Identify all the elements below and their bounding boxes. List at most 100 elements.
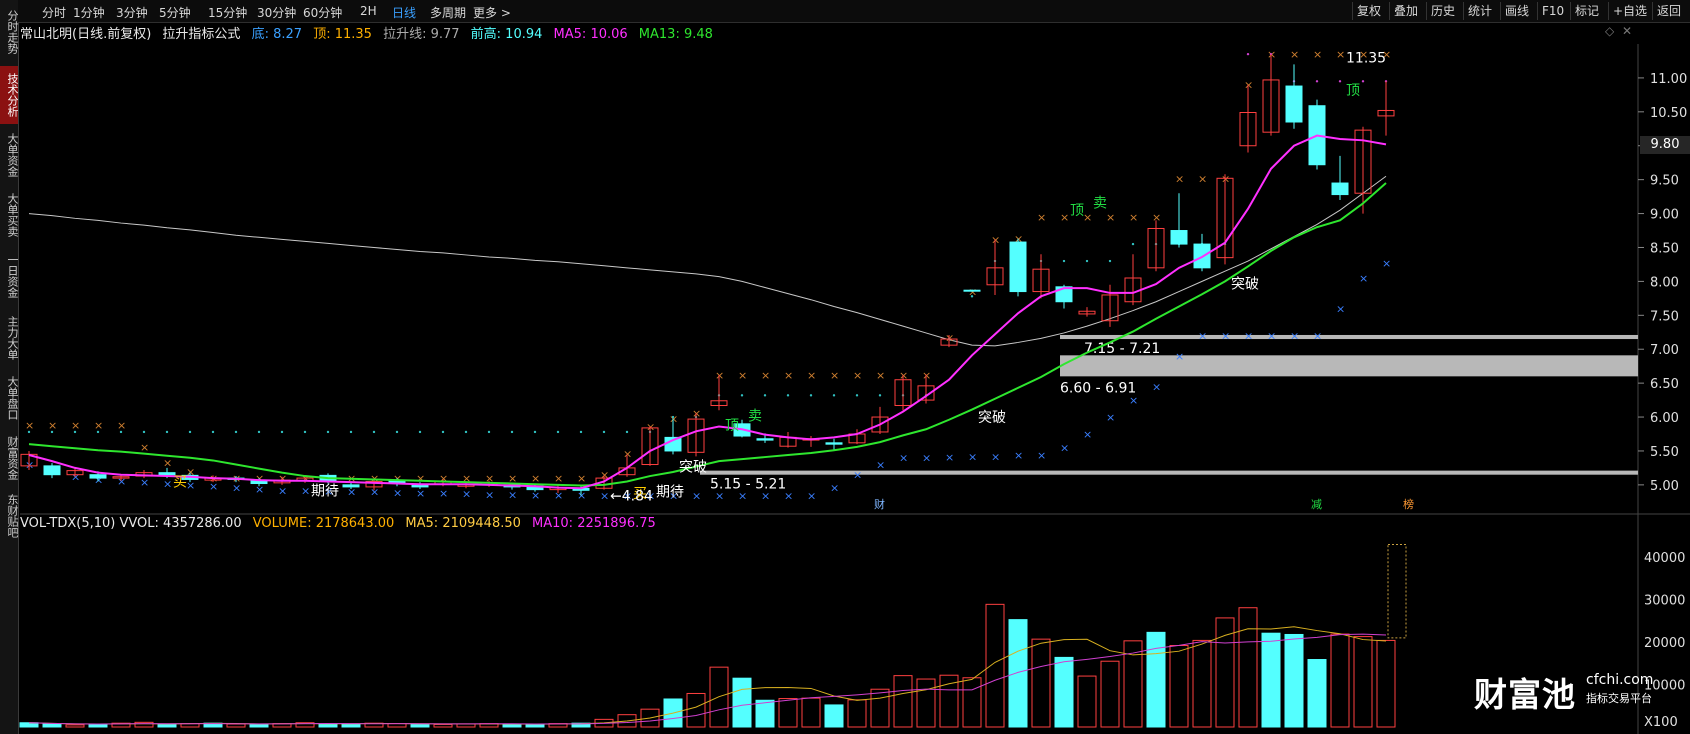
signal-dot (671, 415, 675, 419)
signal-marker-label: 突破 (1231, 276, 1259, 292)
top-cross-marker: × (807, 369, 816, 382)
bottom-cross-marker: × (922, 452, 931, 465)
bottom-cross-marker: × (1106, 411, 1115, 424)
signal-dot (832, 394, 836, 397)
vol-ma10-line (28, 633, 1387, 725)
signal-dot (326, 430, 330, 434)
price-zone-band (1060, 334, 1638, 340)
volume-bar (1169, 645, 1189, 728)
bottom-cross-marker: × (968, 450, 977, 463)
price-tick-label: 10.50 (1650, 106, 1687, 121)
volume-bar (249, 723, 269, 728)
chart-settings-icon[interactable]: ◇ (1605, 24, 1614, 38)
signal-dot (602, 430, 606, 434)
bottom-cross-marker: × (761, 490, 770, 503)
bottom-cross-marker: × (439, 487, 448, 500)
signal-dot (625, 430, 629, 434)
bottom-cross-marker: × (1060, 442, 1069, 455)
bottom-cross-marker: × (485, 488, 494, 501)
volume-bar (755, 699, 775, 728)
signal-marker-label: 顶 (725, 418, 739, 434)
volume-bar (88, 723, 108, 728)
event-label: 减 (1311, 498, 1322, 511)
top-cross-marker: × (715, 369, 724, 382)
bottom-cross-marker: × (577, 489, 586, 502)
bottom-cross-marker: × (554, 489, 563, 502)
signal-dot (786, 394, 790, 397)
bottom-cross-marker: × (853, 469, 862, 482)
ma5-line (28, 134, 1387, 490)
bottom-cross-marker: × (991, 450, 1000, 463)
bottom-cross-marker: × (508, 488, 517, 501)
volume-bar (1215, 617, 1235, 728)
bottom-cross-marker: × (278, 484, 287, 497)
top-cross-marker: × (623, 448, 632, 461)
bottom-cross-marker: × (462, 488, 471, 501)
signal-dot (73, 430, 77, 434)
volume-info-line: VOL-TDX(5,10) VVOL: 4357286.00 VOLUME: 2… (20, 516, 663, 534)
volume-projection-box (1387, 543, 1407, 639)
signal-marker-label: 突破 (978, 410, 1006, 426)
candle-body (963, 289, 981, 292)
volume-bar (1192, 639, 1212, 728)
bottom-cross-marker: × (1198, 330, 1207, 343)
signal-dot (1315, 80, 1319, 83)
bottom-cross-marker: × (531, 489, 540, 502)
bottom-cross-marker: × (393, 486, 402, 499)
volume-bar (456, 723, 476, 728)
signal-marker-label: 卖 (748, 409, 762, 425)
current-price-tag: 9.80 (1640, 136, 1690, 154)
volume-bar (686, 692, 706, 728)
stock-name: 常山北明(日线.前复权) (20, 27, 152, 42)
volume-bar (157, 723, 177, 728)
top-cross-marker: × (1221, 172, 1230, 185)
signal-dot (556, 430, 560, 434)
bottom-cross-marker: × (600, 490, 609, 503)
signal-dot (27, 430, 31, 434)
candle-body (825, 442, 843, 445)
bottom-cross-marker: × (945, 451, 954, 464)
signal-dot (510, 430, 514, 434)
signal-marker-label: 期待 (311, 483, 339, 499)
bottom-cross-marker: × (186, 479, 195, 492)
top-cross-marker: × (48, 419, 57, 432)
top-cross-marker: × (1290, 48, 1299, 61)
price-tick-label: 7.50 (1650, 309, 1679, 324)
signal-dot (1108, 259, 1112, 263)
signal-dot (96, 430, 100, 434)
volume-bar (134, 721, 154, 728)
kline-chart[interactable]: 11.0010.5010.009.509.008.508.007.507.006… (0, 0, 1690, 734)
volume-bar (1353, 636, 1373, 728)
price-tick-label: 6.50 (1650, 377, 1679, 392)
signal-dot (763, 394, 767, 397)
vol-volume-value: VOLUME: 2178643.00 (252, 516, 395, 531)
vol-unit-label: X100 (1644, 715, 1678, 730)
vol-tick-label: 20000 (1644, 636, 1685, 651)
bottom-cross-marker: × (163, 478, 172, 491)
signal-dot (970, 295, 974, 298)
price-tick-label: 11.00 (1650, 72, 1687, 87)
prev-high-value: 前高: 10.94 (470, 27, 543, 42)
bottom-cross-marker: × (301, 484, 310, 497)
volume-bar (1238, 607, 1258, 728)
bottom-value: 底: 8.27 (251, 27, 303, 42)
bottom-cross-marker: × (830, 482, 839, 495)
top-cross-marker: × (853, 369, 862, 382)
bottom-cross-marker: × (25, 459, 34, 472)
chart-close-icon[interactable]: ✕ (1622, 24, 1632, 38)
bottom-cross-marker: × (876, 459, 885, 472)
bottom-cross-marker: × (738, 490, 747, 503)
top-cross-marker: × (1336, 48, 1345, 61)
top-cross-marker: × (163, 456, 172, 469)
bottom-cross-marker: × (1221, 330, 1230, 343)
volume-bar (1100, 660, 1120, 728)
ma5-value: MA5: 10.06 (553, 27, 628, 42)
bottom-cross-marker: × (140, 476, 149, 489)
signal-marker-label: 突破 (679, 460, 707, 476)
signal-dot (211, 430, 215, 434)
top-cross-marker: × (1060, 211, 1069, 224)
watermark-brand: 财富池 (1474, 675, 1576, 714)
bottom-cross-marker: × (1244, 330, 1253, 343)
top-value: 顶: 11.35 (313, 27, 372, 42)
candle-body (342, 484, 360, 488)
